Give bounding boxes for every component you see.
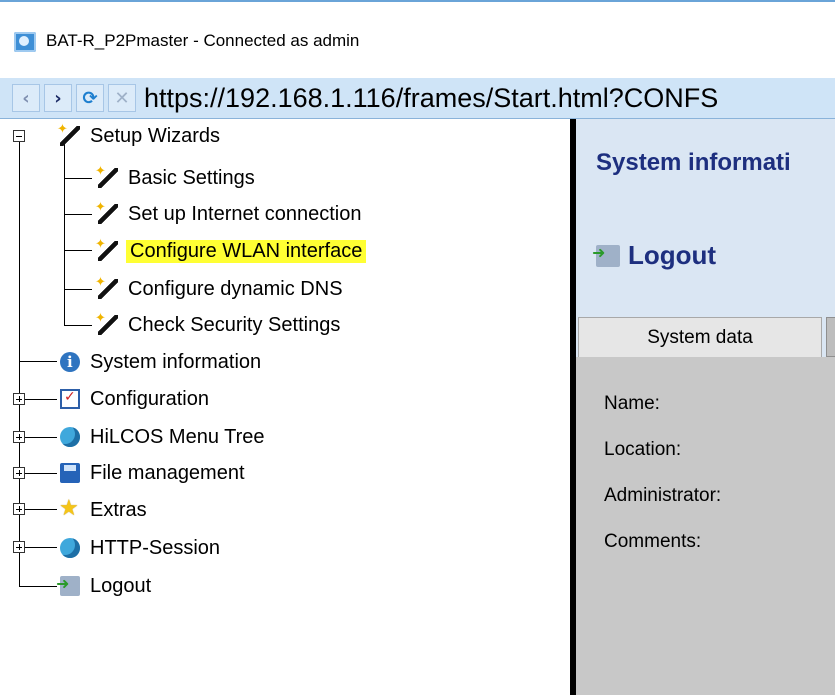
tree-item-label: Set up Internet connection: [128, 202, 362, 225]
field-label-comments: Comments:: [604, 531, 702, 552]
refresh-icon: ⟳: [82, 87, 98, 109]
app-icon: [14, 32, 36, 52]
expand-toggle[interactable]: [13, 393, 25, 405]
wizard-icon: [57, 122, 80, 146]
collapse-toggle[interactable]: [13, 130, 25, 142]
field-label-administrator: Administrator:: [604, 485, 722, 506]
tree-item-basic-settings[interactable]: Basic Settings: [95, 163, 257, 193]
wizard-icon: [95, 164, 118, 188]
tree-item-label: Extras: [90, 498, 147, 521]
navigation-tree: Setup Wizards Basic Settings Set up Inte…: [0, 119, 570, 695]
tree-item-logout[interactable]: Logout: [56, 571, 153, 601]
title-bar: BAT-R_P2Pmaster - Connected as admin: [0, 0, 835, 78]
tree-item-configure-dynamic-dns[interactable]: Configure dynamic DNS: [95, 274, 345, 304]
expand-toggle[interactable]: [13, 431, 25, 443]
tree-item-system-information[interactable]: System information: [60, 347, 263, 377]
tree-item-extras[interactable]: Extras: [59, 495, 149, 525]
logout-link[interactable]: Logout: [592, 240, 717, 271]
tree-item-label: File management: [90, 461, 245, 484]
field-label-location: Location:: [604, 439, 682, 460]
star-icon: [59, 496, 80, 521]
navigation-bar: ‹ › ⟳ ✕ https://192.168.1.116/frames/Sta…: [0, 78, 835, 119]
expand-toggle[interactable]: [13, 541, 25, 553]
tree-item-set-up-internet-connection[interactable]: Set up Internet connection: [95, 199, 364, 229]
logout-icon: [56, 574, 80, 596]
tree-item-label: Basic Settings: [128, 166, 255, 189]
refresh-button[interactable]: ⟳: [76, 84, 104, 112]
field-label-name: Name:: [604, 393, 660, 414]
back-button[interactable]: ‹: [12, 84, 40, 112]
chevron-left-icon: ‹: [22, 87, 30, 109]
wizard-icon: [95, 311, 118, 335]
tree-item-file-management[interactable]: File management: [60, 458, 247, 488]
stop-button[interactable]: ✕: [108, 84, 136, 112]
checklist-icon: [60, 389, 80, 409]
close-icon: ✕: [114, 87, 130, 109]
tree-item-label: System information: [90, 350, 262, 373]
wizard-icon: [95, 237, 118, 261]
tree-item-label: Setup Wizards: [90, 124, 221, 147]
tab-system-data[interactable]: System data: [578, 317, 822, 357]
window-title: BAT-R_P2Pmaster - Connected as admin: [46, 31, 360, 50]
expand-toggle[interactable]: [13, 503, 25, 515]
page-title: System informati: [596, 149, 791, 176]
tree-item-label: HTTP-Session: [90, 536, 221, 559]
tree-item-label: Configure dynamic DNS: [128, 277, 343, 300]
tree-item-setup-wizards[interactable]: Setup Wizards: [57, 121, 222, 151]
logout-link-label: Logout: [628, 240, 717, 270]
chevron-right-icon: ›: [54, 87, 62, 109]
forward-button[interactable]: ›: [44, 84, 72, 112]
content-panel: System informati Logout System data Name…: [576, 119, 835, 695]
tree-item-label-highlighted: Configure WLAN interface: [126, 239, 367, 263]
tree-item-label: Configuration: [90, 387, 209, 410]
tree-item-configure-wlan-interface[interactable]: Configure WLAN interface: [95, 236, 367, 266]
tab-next[interactable]: [826, 317, 835, 357]
tree-item-hilcos-menu-tree[interactable]: HiLCOS Menu Tree: [60, 422, 267, 452]
expand-toggle[interactable]: [13, 467, 25, 479]
tree-item-http-session[interactable]: HTTP-Session: [60, 533, 222, 563]
info-icon: [60, 352, 80, 372]
tree-item-label: Logout: [90, 574, 152, 597]
tree-item-check-security-settings[interactable]: Check Security Settings: [95, 310, 342, 340]
wizard-icon: [95, 200, 118, 224]
logout-icon: [592, 243, 620, 267]
tree-item-label: HiLCOS Menu Tree: [90, 425, 265, 448]
globe-icon: [60, 538, 80, 558]
address-bar[interactable]: https://192.168.1.116/frames/Start.html?…: [144, 82, 835, 114]
tree-item-configuration[interactable]: Configuration: [60, 384, 211, 414]
floppy-disk-icon: [60, 463, 80, 483]
wizard-icon: [95, 275, 118, 299]
tree-item-label: Check Security Settings: [128, 313, 341, 336]
globe-icon: [60, 427, 80, 447]
